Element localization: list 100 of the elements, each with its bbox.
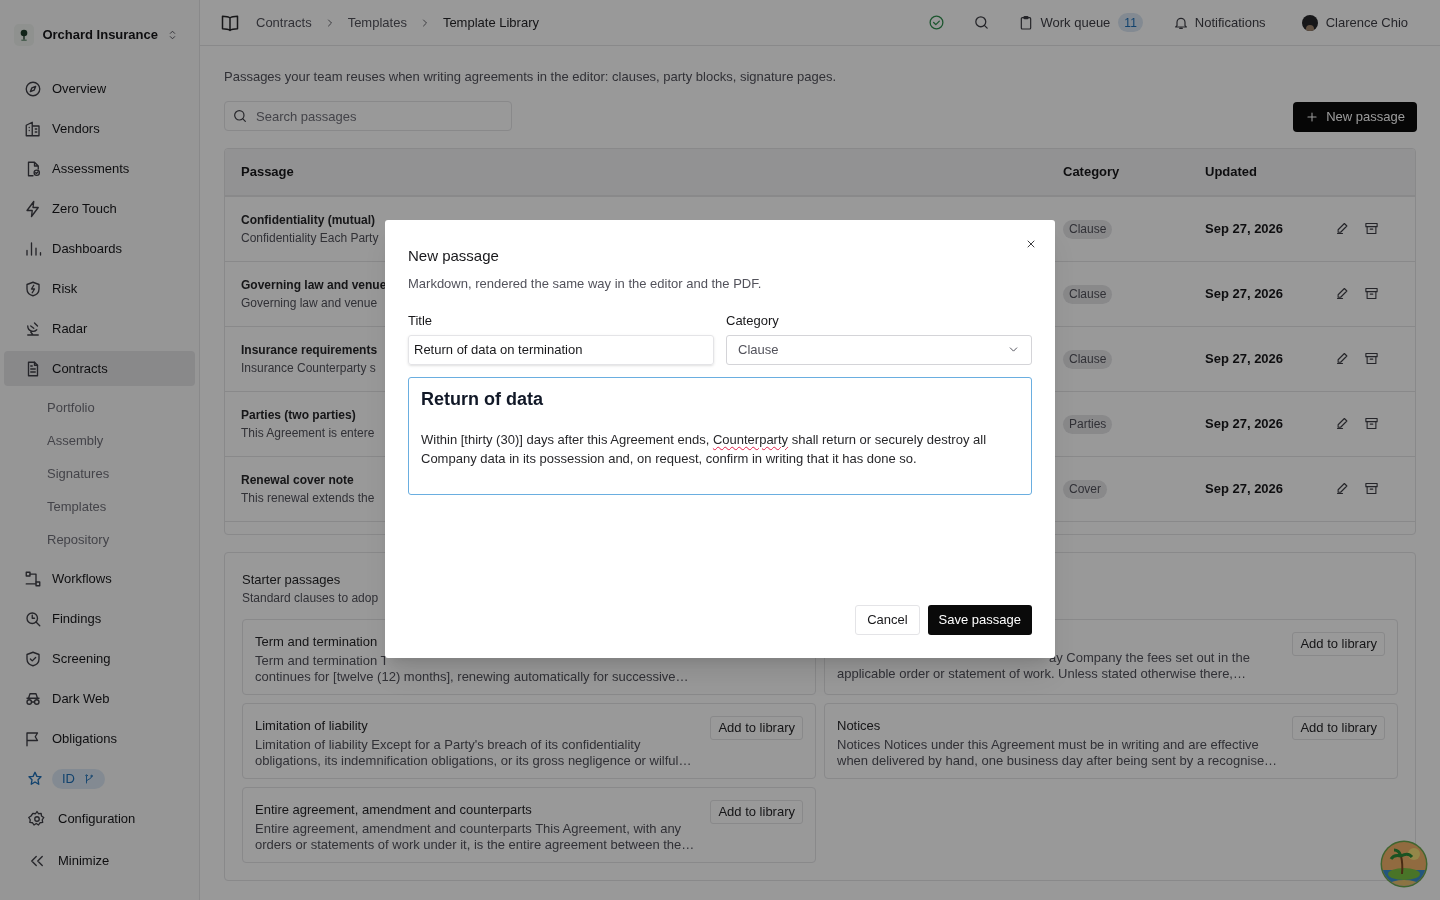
nav-item[interactable]: Dark Web <box>4 681 195 716</box>
search-icon[interactable] <box>973 14 991 31</box>
passage-title: Insurance requirements <box>241 341 378 359</box>
category-tag: Cover <box>1063 479 1107 499</box>
archive-icon[interactable] <box>1364 351 1379 366</box>
add-to-library-button[interactable]: Add to library <box>1292 716 1385 740</box>
nav-item[interactable]: Contracts <box>4 351 195 386</box>
card-title: Entire agreement, amendment and counterparts <box>255 801 533 819</box>
pencil-icon[interactable] <box>1335 286 1350 301</box>
nav-item[interactable]: Findings <box>4 601 195 636</box>
card-excerpt: Entire agreement, amendment and counterparts This Agreement, with any <box>255 820 683 837</box>
field-label: Title <box>408 312 434 330</box>
nav-item[interactable]: Assessments <box>4 151 195 186</box>
shield-check-icon <box>24 649 42 668</box>
passage-excerpt: Confidentiality Each Party <box>241 229 379 247</box>
branch-icon <box>83 772 95 785</box>
nav-subitem[interactable]: Signatures <box>4 457 195 490</box>
card-excerpt: orders or statements of work under it, is the entire agreement between the… <box>255 836 696 853</box>
search-icon <box>232 108 248 124</box>
nav-item[interactable]: Radar <box>4 311 195 346</box>
add-to-library-button[interactable]: Add to library <box>1292 632 1385 656</box>
passage-excerpt: This renewal extends the <box>241 489 375 507</box>
breadcrumb-link[interactable]: Template Library <box>442 12 539 33</box>
category-select[interactable]: Clause <box>726 334 1032 365</box>
pencil-icon[interactable] <box>1335 481 1350 496</box>
check-circle-icon <box>928 14 946 31</box>
section-title: Starter passages <box>242 570 342 589</box>
user-menu[interactable]: Clarence Chio <box>1301 12 1408 33</box>
updated-date: Sep 27, 2026 <box>1205 480 1284 496</box>
nav-item[interactable]: Overview <box>4 71 195 106</box>
org-name: Orchard Insurance <box>42 26 158 45</box>
column-header: Updated <box>1205 163 1257 179</box>
nav-item[interactable]: Vendors <box>4 111 195 146</box>
count-badge: 11 <box>1118 13 1143 32</box>
archive-icon[interactable] <box>1364 481 1379 496</box>
card-excerpt: applicable order or statement of work. Unless stated otherwise there,… <box>837 666 1247 682</box>
avatar <box>1301 14 1318 31</box>
card-excerpt: Limitation of liability Except for a Party's breach of its confidentiality <box>255 736 642 753</box>
settings-icon <box>28 809 46 828</box>
card-excerpt: obligations, its indemnification obligations, or its gross negligence or wilful… <box>255 752 693 769</box>
updated-date: Sep 27, 2026 <box>1205 220 1284 236</box>
save-button[interactable]: Save passage <box>927 605 1032 635</box>
sparkle-star-icon[interactable] <box>26 769 44 788</box>
search-field[interactable]: Search passages <box>224 101 512 131</box>
notifications-link[interactable]: Notifications <box>1172 12 1266 33</box>
pencil-icon[interactable] <box>1335 351 1350 366</box>
card-title: Limitation of liability <box>255 717 369 735</box>
nav-subitem[interactable]: Repository <box>4 523 195 556</box>
breadcrumb-link[interactable]: Contracts <box>256 12 312 33</box>
pencil-icon[interactable] <box>1335 416 1350 431</box>
passage-excerpt: Governing law and venue <box>241 294 378 312</box>
breadcrumb-link[interactable]: Templates <box>347 12 407 33</box>
archive-icon[interactable] <box>1364 286 1379 301</box>
radar-icon <box>24 319 42 338</box>
passage-title: Confidentiality (mutual) <box>241 211 375 229</box>
nav-item[interactable]: Workflows <box>4 561 195 596</box>
field-label: Category <box>726 312 780 330</box>
card-title: Notices <box>837 717 882 735</box>
add-to-library-button[interactable]: Add to library <box>710 800 803 824</box>
title-input[interactable]: Return of data on termination <box>408 334 714 365</box>
compass-icon <box>24 79 42 98</box>
column-header: Passage <box>241 163 294 179</box>
close-icon[interactable] <box>1025 238 1037 250</box>
nav-item[interactable]: Configuration <box>4 801 195 836</box>
nav-subitem[interactable]: Assembly <box>4 424 195 457</box>
passage-title: Governing law and venue <box>241 276 387 294</box>
archive-icon[interactable] <box>1364 221 1379 236</box>
nav-subitem[interactable]: Portfolio <box>4 391 195 424</box>
dialog-subtitle: Markdown, rendered the same way in the editor and the PDF. <box>408 274 763 293</box>
editor-paragraph: Within [thirty (30)] days after this Agreement ends, Counterparty shall return or securely destroy all Company data in its possession and, on request, confirm in writing that it has done so. <box>421 430 988 468</box>
new-passage-button[interactable]: New passage <box>1293 101 1417 132</box>
nav-subitem[interactable]: Templates <box>4 490 195 523</box>
category-tag: Clause <box>1063 349 1113 369</box>
nav-item[interactable]: Obligations <box>4 721 195 756</box>
work-queue-link[interactable]: Work queue 11 <box>1018 12 1143 33</box>
dialog-title: New passage <box>408 246 500 266</box>
card-excerpt: Notices Notices under this Agreement must be in writing and are effective <box>837 736 1260 753</box>
add-to-library-button[interactable]: Add to library <box>710 716 803 740</box>
nav-item[interactable]: Dashboards <box>4 231 195 266</box>
category-tag: Parties <box>1063 414 1113 434</box>
editor-field[interactable] <box>408 376 1032 495</box>
nav-item[interactable]: Zero Touch <box>4 191 195 226</box>
nav-item[interactable]: Minimize <box>4 843 195 878</box>
column-header: Category <box>1063 163 1120 179</box>
passage-excerpt: This Agreement is entere <box>241 424 375 442</box>
category-tag: Clause <box>1063 219 1113 239</box>
passage-excerpt: Insurance Counterparty s <box>241 359 376 377</box>
updated-date: Sep 27, 2026 <box>1205 415 1284 431</box>
plus-icon <box>1305 109 1320 124</box>
card-title: Term and termination <box>255 633 379 651</box>
building-icon <box>24 119 42 138</box>
nav-item[interactable]: Risk <box>4 271 195 306</box>
section-subtitle: Standard clauses to adop <box>242 590 380 607</box>
archive-icon[interactable] <box>1364 416 1379 431</box>
nav-item[interactable]: Screening <box>4 641 195 676</box>
updated-date: Sep 27, 2026 <box>1205 350 1284 366</box>
category-tag: Clause <box>1063 284 1113 304</box>
passage-title: Parties (two parties) <box>241 406 356 424</box>
cancel-button[interactable]: Cancel <box>855 605 920 635</box>
pencil-icon[interactable] <box>1335 221 1350 236</box>
